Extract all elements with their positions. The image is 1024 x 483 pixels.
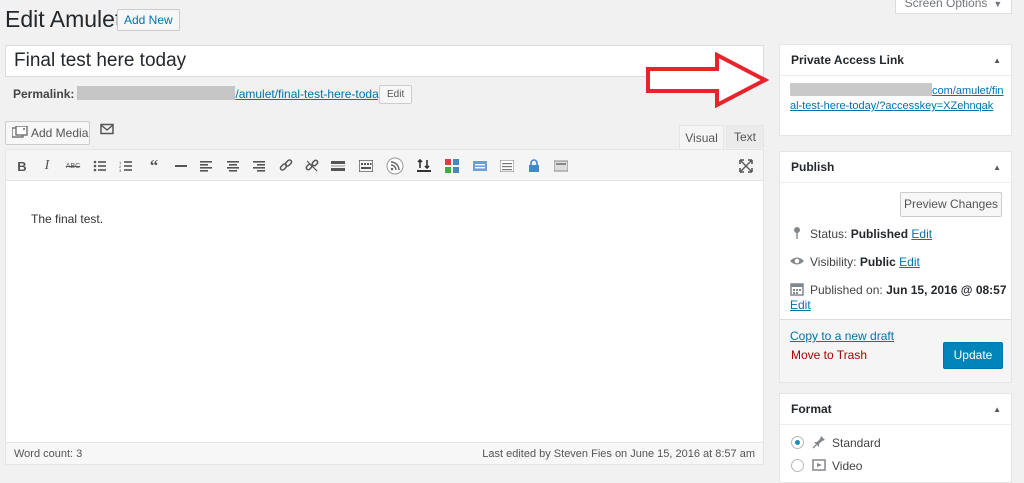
gallery-icon[interactable] — [442, 156, 462, 176]
published-on-value: Jun 15, 2016 @ 08:57 — [886, 283, 1007, 297]
calendar-icon — [790, 283, 804, 296]
visibility-value: Public — [859, 255, 896, 269]
private-access-link-box: Private Access Link ▲ com/amulet/final-t… — [779, 44, 1012, 136]
format-option-label: Video — [832, 459, 863, 473]
blockquote-icon[interactable]: “ — [144, 156, 164, 176]
eye-icon — [790, 257, 804, 265]
form-icon[interactable] — [497, 156, 517, 176]
annotation-arrow-icon — [646, 52, 770, 108]
editor-toolbar: B I ABC 123 “ — [6, 150, 763, 181]
add-new-button[interactable]: Add New — [117, 9, 180, 31]
radio-unselected[interactable] — [791, 459, 804, 472]
lock-icon[interactable] — [524, 156, 544, 176]
published-on-row: Published on: Jun 15, 2016 @ 08:57 — [790, 282, 1007, 297]
numbered-list-icon[interactable]: 123 — [116, 156, 136, 176]
private-access-link-heading[interactable]: Private Access Link ▲ — [780, 45, 1011, 76]
pin-icon — [812, 436, 825, 449]
collapse-icon[interactable]: ▲ — [993, 45, 1001, 76]
published-on-label: Published on: — [810, 283, 883, 297]
svg-text:3: 3 — [119, 168, 122, 172]
page-title: Edit Amulet — [5, 6, 122, 32]
media-icon — [12, 126, 28, 138]
bullet-list-icon[interactable] — [90, 156, 110, 176]
bold-icon[interactable]: B — [12, 156, 32, 176]
rss-icon[interactable] — [384, 156, 406, 176]
copy-to-draft-link[interactable]: Copy to a new draft — [790, 329, 894, 343]
add-media-label: Add Media — [31, 126, 89, 140]
shortcode-icon[interactable] — [470, 156, 490, 176]
visibility-edit-link[interactable]: Edit — [899, 255, 920, 269]
permalink-row: Permalink: /amulet/final-test-here-today/ — [13, 86, 388, 102]
format-option-video[interactable]: Video — [791, 458, 862, 473]
screen-options-label: Screen Options — [904, 0, 988, 10]
radio-selected[interactable] — [791, 436, 804, 449]
editor-content[interactable]: The final test. — [31, 212, 103, 226]
visibility-row: Visibility: Public Edit — [790, 254, 920, 269]
format-title: Format — [791, 402, 832, 416]
private-access-link[interactable]: com/amulet/final-test-here-today/?access… — [790, 83, 1005, 114]
align-center-icon[interactable] — [223, 156, 243, 176]
word-count: Word count: 3 — [14, 448, 83, 460]
published-on-edit-link[interactable]: Edit — [790, 298, 811, 312]
publish-heading[interactable]: Publish ▲ — [780, 152, 1011, 183]
format-box: Format ▲ Standard Video — [779, 393, 1012, 483]
collapse-icon[interactable]: ▲ — [993, 152, 1001, 183]
publish-title: Publish — [791, 160, 835, 174]
redacted-url-block — [790, 83, 932, 96]
italic-icon[interactable]: I — [37, 156, 57, 176]
publishing-actions: Copy to a new draft Move to Trash Update — [780, 319, 1011, 382]
format-heading[interactable]: Format ▲ — [780, 394, 1011, 425]
content-editor[interactable]: B I ABC 123 “ The final test. Word count… — [5, 149, 764, 465]
status-row: Status: Published Edit — [790, 226, 932, 241]
read-more-icon[interactable] — [328, 156, 348, 176]
align-right-icon[interactable] — [249, 156, 269, 176]
pin-icon — [794, 227, 800, 239]
caret-down-icon: ▼ — [993, 0, 1003, 9]
format-option-label: Standard — [832, 436, 881, 450]
editor-status-bar: Word count: 3 Last edited by Steven Fies… — [6, 442, 763, 464]
align-left-icon[interactable] — [196, 156, 216, 176]
update-button[interactable]: Update — [943, 342, 1003, 369]
add-media-button[interactable]: Add Media — [5, 121, 90, 145]
video-icon — [812, 459, 826, 471]
toolbar-toggle-icon[interactable] — [356, 156, 376, 176]
move-to-trash-link[interactable]: Move to Trash — [791, 348, 867, 362]
permalink-link[interactable]: /amulet/final-test-here-today/ — [235, 87, 388, 101]
status-edit-link[interactable]: Edit — [911, 227, 932, 241]
visibility-label: Visibility: — [810, 255, 857, 269]
link-icon[interactable] — [276, 156, 296, 176]
mail-icon[interactable] — [100, 123, 114, 135]
redacted-url-block — [77, 86, 236, 100]
permalink-edit-button[interactable]: Edit — [379, 85, 413, 104]
widget-icon[interactable] — [551, 156, 571, 176]
status-label: Status: — [810, 227, 848, 241]
collapse-icon[interactable]: ▲ — [993, 394, 1001, 425]
tab-visual[interactable]: Visual — [679, 125, 724, 150]
private-access-link-title: Private Access Link — [791, 53, 904, 67]
status-value: Published — [850, 227, 909, 241]
format-option-standard[interactable]: Standard — [791, 435, 881, 450]
strikethrough-icon[interactable]: ABC — [63, 156, 83, 176]
fullscreen-icon[interactable] — [736, 156, 756, 176]
screen-options-button[interactable]: Screen Options ▼ — [895, 0, 1012, 14]
upload-icon[interactable] — [414, 156, 434, 176]
unlink-icon[interactable] — [302, 156, 322, 176]
preview-changes-button[interactable]: Preview Changes — [900, 192, 1002, 217]
last-edited: Last edited by Steven Fies on June 15, 2… — [482, 448, 755, 460]
tab-text[interactable]: Text — [726, 125, 764, 148]
permalink-label: Permalink: — [13, 87, 75, 101]
horizontal-rule-icon[interactable] — [171, 156, 191, 176]
publish-box: Publish ▲ Preview Changes Status: Publis… — [779, 151, 1012, 383]
